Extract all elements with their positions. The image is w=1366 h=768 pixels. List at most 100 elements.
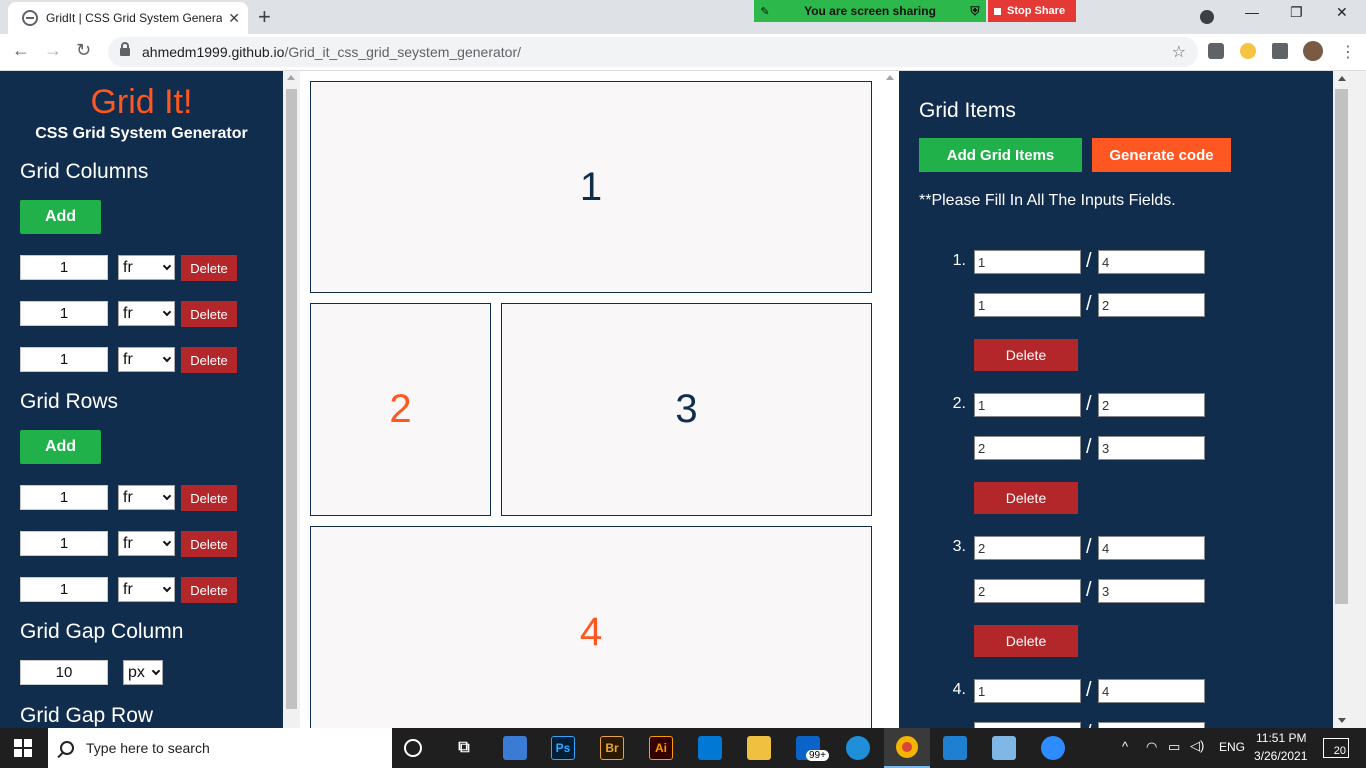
item-4-row-end-input[interactable]: [1098, 679, 1205, 703]
gap-column-value-input[interactable]: [20, 660, 108, 685]
item-3-col-start-input[interactable]: [974, 579, 1081, 603]
store-icon[interactable]: [698, 736, 722, 760]
gap-column-unit-select[interactable]: px: [123, 660, 163, 685]
chrome-profile-icon[interactable]: [1200, 10, 1214, 24]
extension-emoji-icon[interactable]: [1240, 43, 1256, 59]
clock-time[interactable]: 11:51 PM: [1256, 731, 1306, 745]
item-2-row-start-input[interactable]: [974, 393, 1081, 417]
extensions-puzzle-icon[interactable]: [1272, 43, 1288, 59]
item-1-col-start-input[interactable]: [974, 293, 1081, 317]
item-3-row-end-input[interactable]: [1098, 536, 1205, 560]
column-3-value-input[interactable]: [20, 347, 108, 372]
item-3-col-end-input[interactable]: [1098, 579, 1205, 603]
grid-cell-label: 1: [579, 164, 603, 209]
taskbar-search-box[interactable]: Type here to search: [48, 728, 392, 768]
delete-row-3-button[interactable]: Delete: [181, 577, 237, 603]
item-2-col-end-input[interactable]: [1098, 436, 1205, 460]
windows-start-icon[interactable]: [14, 739, 32, 757]
column-2-unit-select[interactable]: fr: [118, 301, 175, 326]
row-1-unit-select[interactable]: fr: [118, 485, 175, 510]
scroll-down-icon[interactable]: [1338, 718, 1346, 723]
delete-column-3-button[interactable]: Delete: [181, 347, 237, 373]
reload-icon[interactable]: ↻: [76, 40, 91, 61]
column-3-unit-select[interactable]: fr: [118, 347, 175, 372]
photoshop-icon[interactable]: Ps: [551, 736, 575, 760]
cortana-icon[interactable]: [404, 739, 422, 757]
language-indicator[interactable]: ENG: [1219, 740, 1245, 754]
minimize-icon[interactable]: —: [1245, 4, 1259, 20]
page-scrollbar[interactable]: [1333, 71, 1366, 728]
chevron-down-icon: [162, 491, 172, 501]
item-4-row-start-input[interactable]: [974, 679, 1081, 703]
extension-grid-icon[interactable]: [1208, 43, 1224, 59]
row-3-value-input[interactable]: [20, 577, 108, 602]
column-1-value-input[interactable]: [20, 255, 108, 280]
edge-icon[interactable]: [846, 736, 870, 760]
row-3-unit-select[interactable]: fr: [118, 577, 175, 602]
row-2-value-input[interactable]: [20, 531, 108, 556]
delete-column-2-button[interactable]: Delete: [181, 301, 237, 327]
scroll-up-icon[interactable]: [1338, 76, 1346, 81]
notification-center-icon[interactable]: 20: [1323, 738, 1349, 758]
back-arrow-icon[interactable]: ←: [12, 40, 30, 61]
notes-app-icon[interactable]: [992, 736, 1016, 760]
item-1-row-end-input[interactable]: [1098, 250, 1205, 274]
item-2-col-start-input[interactable]: [974, 436, 1081, 460]
profile-avatar[interactable]: [1303, 41, 1323, 61]
app-logo: Grid It!: [90, 83, 193, 121]
scroll-up-icon[interactable]: [287, 75, 295, 80]
bridge-icon[interactable]: Br: [600, 736, 624, 760]
delete-row-2-button[interactable]: Delete: [181, 531, 237, 557]
laptop-app-icon[interactable]: [503, 736, 527, 760]
volume-icon[interactable]: ◁): [1190, 738, 1204, 754]
illustrator-icon[interactable]: Ai: [649, 736, 673, 760]
new-tab-button[interactable]: +: [258, 4, 271, 30]
delete-column-1-button[interactable]: Delete: [181, 255, 237, 281]
app-subtitle: CSS Grid System Generator: [35, 125, 248, 142]
battery-icon[interactable]: ▭: [1168, 739, 1180, 755]
row-2-unit-select[interactable]: fr: [118, 531, 175, 556]
item-1-row-start-input[interactable]: [974, 250, 1081, 274]
browser-menu-icon[interactable]: ⋮: [1340, 42, 1356, 62]
row-1-value-input[interactable]: [20, 485, 108, 510]
add-column-button[interactable]: Add: [20, 200, 101, 234]
item-3-row-start-input[interactable]: [974, 536, 1081, 560]
add-row-button[interactable]: Add: [20, 430, 101, 464]
task-view-icon[interactable]: ⧉: [452, 736, 476, 760]
page-scroll-thumb[interactable]: [1335, 89, 1348, 604]
item-1-col-end-input[interactable]: [1098, 293, 1205, 317]
preview-scrollbar[interactable]: [882, 71, 899, 728]
column-1-unit-select[interactable]: fr: [118, 255, 175, 280]
sidebar-scroll-thumb[interactable]: [286, 89, 297, 709]
add-grid-items-button[interactable]: Add Grid Items: [919, 138, 1082, 172]
window-close-icon[interactable]: ✕: [1336, 4, 1348, 21]
row-3-unit: fr: [123, 580, 133, 598]
zoom-icon[interactable]: [1041, 736, 1065, 760]
stop-share-button[interactable]: Stop Share: [988, 0, 1076, 22]
file-explorer-icon[interactable]: [747, 736, 771, 760]
vscode-icon[interactable]: [943, 736, 967, 760]
tray-chevron-icon[interactable]: ^: [1122, 739, 1128, 754]
item-2-row-end-input[interactable]: [1098, 393, 1205, 417]
chevron-down-icon: [162, 537, 172, 547]
wifi-icon[interactable]: ◠: [1146, 739, 1157, 755]
browser-tab[interactable]: GridIt | CSS Grid System Generator ✕: [8, 2, 248, 34]
generate-code-button[interactable]: Generate code: [1092, 138, 1231, 172]
bookmark-star-icon[interactable]: ☆: [1172, 42, 1186, 62]
restore-icon[interactable]: ❐: [1290, 4, 1303, 21]
delete-item-1-button[interactable]: Delete: [974, 339, 1078, 371]
address-bar[interactable]: ahmedm1999.github.io/Grid_it_css_grid_se…: [108, 37, 1198, 67]
settings-sidebar: Grid It! CSS Grid System Generator Grid …: [0, 71, 283, 728]
delete-item-3-button[interactable]: Delete: [974, 625, 1078, 657]
chrome-taskbar-button[interactable]: [884, 728, 930, 768]
delete-row-1-button[interactable]: Delete: [181, 485, 237, 511]
delete-item-2-button[interactable]: Delete: [974, 482, 1078, 514]
column-2-value-input[interactable]: [20, 301, 108, 326]
clock-date[interactable]: 3/26/2021: [1254, 749, 1307, 763]
close-tab-icon[interactable]: ✕: [228, 10, 240, 27]
screen: GridIt | CSS Grid System Generator ✕ + ✎…: [0, 0, 1366, 768]
browser-tabstrip: GridIt | CSS Grid System Generator ✕ + ✎…: [0, 0, 1366, 34]
sidebar-scrollbar[interactable]: [283, 71, 300, 728]
forward-arrow-icon[interactable]: →: [44, 40, 62, 61]
scroll-up-icon[interactable]: [886, 75, 894, 80]
